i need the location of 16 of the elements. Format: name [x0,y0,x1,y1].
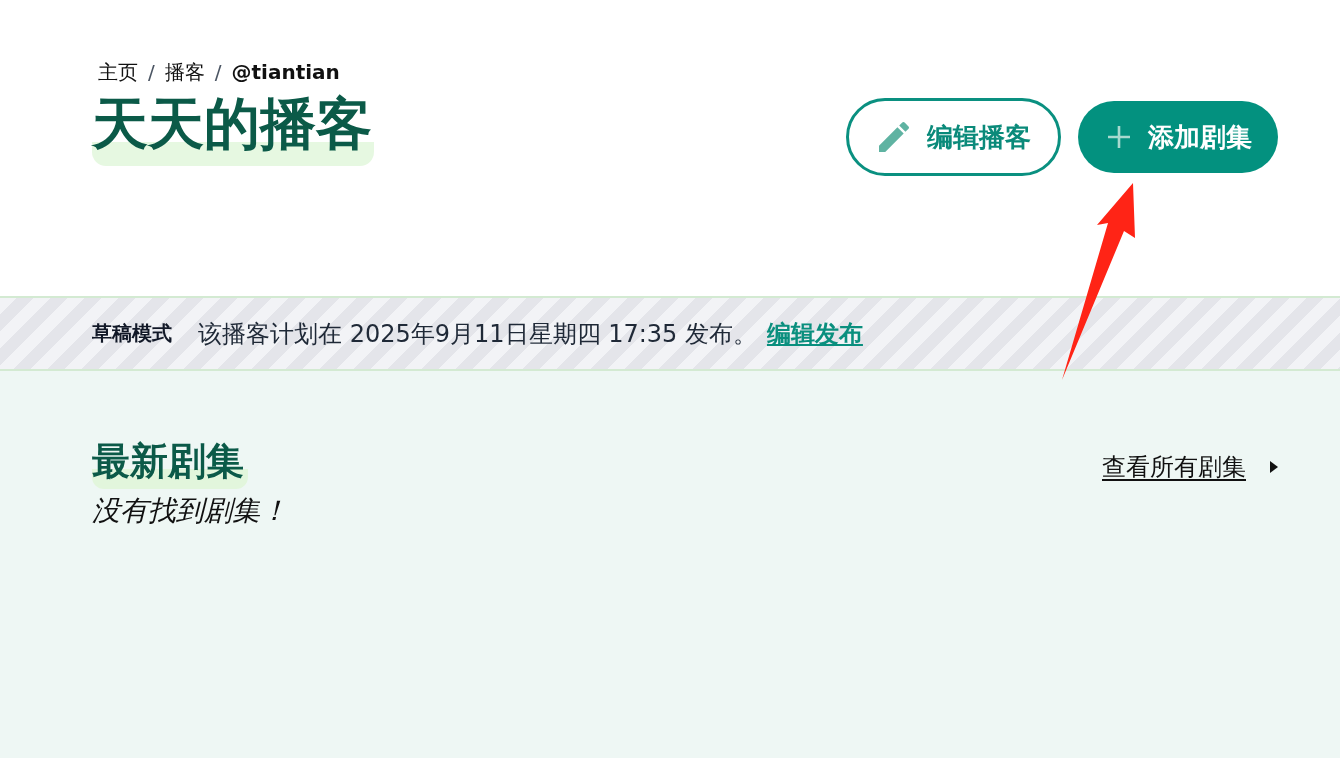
pencil-icon [879,122,909,152]
edit-publish-link[interactable]: 编辑发布 [766,317,863,350]
edit-podcast-button[interactable]: 编辑播客 [846,98,1061,176]
breadcrumb-link[interactable]: 主页 [98,58,138,86]
view-all-link[interactable]: 查看所有剧集 [1102,451,1278,483]
empty-message: 没有找到剧集！ [92,493,288,529]
schedule-message: 该播客计划在 2025年9月11日星期四 17:35 发布。 [198,318,757,350]
breadcrumb-link[interactable]: 播客 [164,58,205,86]
draft-mode-label: 草稿模式 [92,320,172,347]
page-title: 天天的播客 [92,92,374,166]
breadcrumb-link[interactable]: @tiantian [231,60,340,84]
caret-icon [1270,461,1278,473]
add-episode-button[interactable]: 添加剧集 [1078,101,1278,173]
breadcrumb-separator: / [148,60,155,84]
plus-icon [1108,126,1130,148]
breadcrumb-separator: / [214,60,222,84]
